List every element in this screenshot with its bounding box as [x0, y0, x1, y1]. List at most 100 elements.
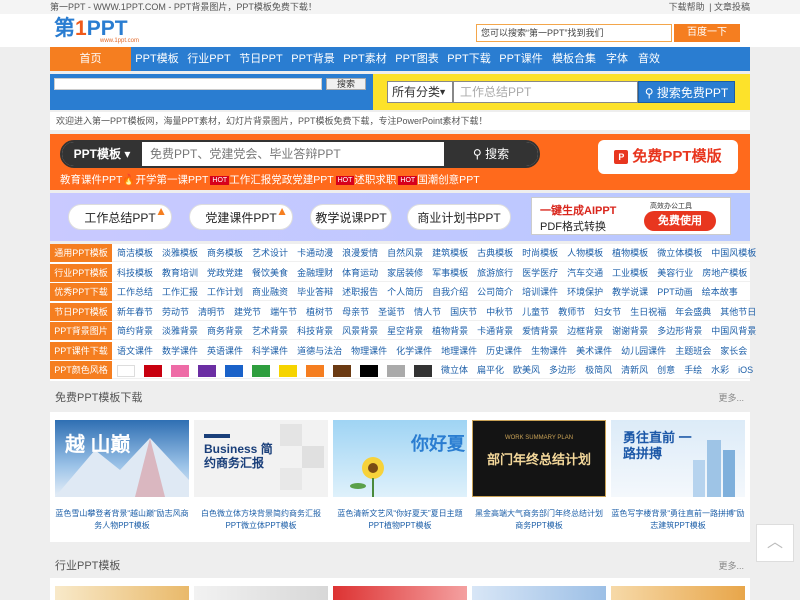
- hot-keyword-6[interactable]: 国潮创意PPT: [417, 174, 479, 186]
- category-link[interactable]: 手绘: [684, 365, 702, 375]
- site-logo[interactable]: 第1PPT www.1ppt.com: [54, 18, 158, 45]
- category-link[interactable]: 时尚模板: [522, 248, 558, 258]
- category-link[interactable]: 艺术背景: [252, 326, 288, 336]
- more-link[interactable]: 更多...: [718, 391, 744, 404]
- category-link[interactable]: 植物背景: [432, 326, 468, 336]
- template-thumb-1[interactable]: 越 山巅: [55, 420, 189, 497]
- hot-keyword-3[interactable]: 工作汇报: [229, 174, 271, 186]
- nav-item-9[interactable]: PPT课件: [495, 47, 547, 71]
- category-link[interactable]: 科技模板: [117, 268, 153, 278]
- category-link[interactable]: 中国风模板: [711, 248, 756, 258]
- category-link[interactable]: 卡通动漫: [297, 248, 333, 258]
- color-swatch[interactable]: [171, 364, 189, 377]
- nav-item-11[interactable]: 字体: [601, 47, 633, 71]
- category-link[interactable]: 家居装修: [387, 268, 423, 278]
- hot-keyword-4[interactable]: 党政党建PPT HOT: [271, 174, 355, 186]
- category-link[interactable]: 圣诞节: [378, 307, 405, 317]
- category-link[interactable]: 教学说课: [612, 287, 648, 297]
- category-link[interactable]: 建筑模板: [432, 248, 468, 258]
- industry-thumb-4[interactable]: [472, 586, 606, 600]
- category-link[interactable]: 人物模板: [567, 248, 603, 258]
- back-to-top-button[interactable]: ︿: [756, 524, 794, 562]
- category-link[interactable]: 淡雅背景: [162, 326, 198, 336]
- category-link[interactable]: 军事模板: [432, 268, 468, 278]
- category-link[interactable]: 毕业答辩: [297, 287, 333, 297]
- category-link[interactable]: 商务背景: [207, 326, 243, 336]
- category-link[interactable]: 边框背景: [567, 326, 603, 336]
- category-link[interactable]: 化学课件: [396, 346, 432, 356]
- template-caption-3[interactable]: 蓝色清新文艺风“你好夏天”夏日主题PPT植物PPT模板: [333, 508, 467, 532]
- category-link[interactable]: 中国风背景: [711, 326, 756, 336]
- category-link[interactable]: 植树节: [306, 307, 333, 317]
- category-link[interactable]: 历史课件: [486, 346, 522, 356]
- quick-pill-3[interactable]: 教学说课PPT: [310, 204, 392, 230]
- nav-item-12[interactable]: 音效: [633, 47, 665, 71]
- industry-thumb-1[interactable]: [55, 586, 189, 600]
- color-swatch[interactable]: [252, 364, 270, 377]
- nav-item-8[interactable]: PPT下载: [443, 47, 495, 71]
- category-link[interactable]: 道德与法治: [297, 346, 342, 356]
- hot-keyword-5[interactable]: 述职求职 HOT: [354, 174, 418, 186]
- category-link[interactable]: 情人节: [414, 307, 441, 317]
- category-link[interactable]: 微立体: [441, 365, 468, 375]
- category-label[interactable]: 通用PPT模板: [50, 244, 112, 262]
- category-link[interactable]: 建党节: [234, 307, 261, 317]
- category-link[interactable]: 中秋节: [486, 307, 513, 317]
- category-link[interactable]: 微立体模板: [657, 248, 702, 258]
- category-link[interactable]: 绘本故事: [702, 287, 738, 297]
- nav-item-4[interactable]: 节日PPT: [235, 47, 287, 71]
- industry-thumb-5[interactable]: [611, 586, 745, 600]
- free-template-button[interactable]: P 免费PPT模版: [598, 140, 738, 174]
- banner-search-input[interactable]: 免费PPT、党建党会、毕业答辩PPT: [150, 142, 341, 166]
- category-link[interactable]: 述职报告: [342, 287, 378, 297]
- category-label[interactable]: 节日PPT模板: [50, 302, 112, 321]
- category-link[interactable]: 星空背景: [387, 326, 423, 336]
- color-swatch[interactable]: [225, 364, 243, 377]
- category-link[interactable]: 教师节: [558, 307, 585, 317]
- color-swatch[interactable]: [414, 364, 432, 377]
- category-link[interactable]: 工作汇报: [162, 287, 198, 297]
- category-link[interactable]: 多边形: [549, 365, 576, 375]
- category-link[interactable]: 环境保护: [567, 287, 603, 297]
- site-search-button[interactable]: 搜索: [326, 78, 366, 90]
- category-link[interactable]: 商务模板: [207, 248, 243, 258]
- category-link[interactable]: 幼儿园课件: [621, 346, 666, 356]
- category-link[interactable]: 商业融资: [252, 287, 288, 297]
- category-link[interactable]: 餐饮美食: [252, 268, 288, 278]
- category-link[interactable]: 爱情背景: [522, 326, 558, 336]
- category-link[interactable]: 生物课件: [531, 346, 567, 356]
- color-swatch[interactable]: [333, 364, 351, 377]
- banner-search-button[interactable]: ⚲ 搜索: [444, 142, 538, 166]
- color-swatch[interactable]: [198, 364, 216, 377]
- category-label[interactable]: 优秀PPT下载: [50, 283, 112, 301]
- baidu-search-input[interactable]: 您可以搜索“第一PPT”找到我们: [476, 24, 672, 42]
- category-link[interactable]: 科技背景: [297, 326, 333, 336]
- category-select[interactable]: 所有分类 ▼: [387, 81, 453, 103]
- category-link[interactable]: 工作总结: [117, 287, 153, 297]
- color-swatch[interactable]: [279, 364, 297, 377]
- banner-category-select[interactable]: PPT模板 ▾: [62, 142, 142, 166]
- category-link[interactable]: 自我介绍: [432, 287, 468, 297]
- category-link[interactable]: 淡雅模板: [162, 248, 198, 258]
- template-caption-1[interactable]: 蓝色雪山攀登者背景“越山巅”励志风商务人物PPT模板: [55, 508, 189, 532]
- category-link[interactable]: 旅游旅行: [477, 268, 513, 278]
- template-caption-2[interactable]: 白色微立体方块背景简约商务汇报PPT微立体PPT模板: [194, 508, 328, 532]
- category-link[interactable]: 水彩: [711, 365, 729, 375]
- category-link[interactable]: PPT动画: [657, 287, 693, 297]
- category-link[interactable]: 生日祝福: [630, 307, 666, 317]
- category-link[interactable]: 风景背景: [342, 326, 378, 336]
- category-link[interactable]: 多边形背景: [657, 326, 702, 336]
- ai-ppt-ad[interactable]: 一键生成AIPPT PDF格式转换 高效办公工具 免费使用: [531, 197, 731, 235]
- category-link[interactable]: 扁平化: [477, 365, 504, 375]
- category-link[interactable]: 自然风景: [387, 248, 423, 258]
- color-swatch[interactable]: [144, 364, 162, 377]
- category-link[interactable]: 地理课件: [441, 346, 477, 356]
- category-link[interactable]: 公司简介: [477, 287, 513, 297]
- category-link[interactable]: 医学医疗: [522, 268, 558, 278]
- category-link[interactable]: 端午节: [270, 307, 297, 317]
- category-link[interactable]: 语文课件: [117, 346, 153, 356]
- baidu-search-button[interactable]: 百度一下: [674, 24, 740, 42]
- template-thumb-2[interactable]: Business 简约商务汇报: [194, 420, 328, 497]
- category-link[interactable]: 国庆节: [450, 307, 477, 317]
- category-link[interactable]: 谢谢背景: [612, 326, 648, 336]
